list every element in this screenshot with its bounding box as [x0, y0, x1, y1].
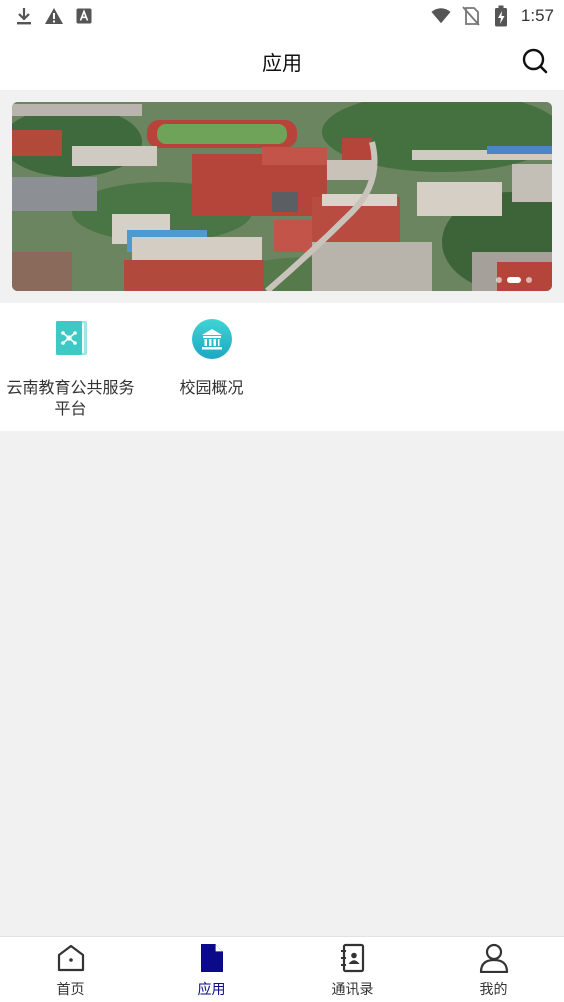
contacts-book-icon [337, 943, 369, 973]
carousel-dot[interactable] [496, 277, 502, 283]
search-button[interactable] [520, 46, 550, 76]
carousel-dot-active[interactable] [507, 277, 521, 283]
nav-item-profile[interactable]: 我的 [423, 937, 564, 1002]
page-title: 应用 [262, 50, 302, 75]
bottom-nav: 首页 应用 通讯录 我的 [0, 936, 564, 1002]
status-time: 1:57 [520, 6, 554, 25]
campus-building-icon [190, 317, 234, 361]
user-icon [478, 943, 510, 973]
app-label: 云南教育公共服务平台 [6, 378, 135, 418]
apps-grid: 云南教育公共服务平台 校园概况 [0, 303, 564, 431]
warning-icon [44, 6, 64, 26]
education-platform-icon [49, 317, 93, 361]
aerial-campus-photo [12, 102, 552, 291]
nav-label: 应用 [197, 982, 226, 998]
status-left-icons [14, 6, 94, 26]
app-label: 校园概况 [179, 378, 244, 397]
nav-item-apps[interactable]: 应用 [141, 937, 282, 1002]
nav-item-home[interactable]: 首页 [0, 937, 141, 1002]
app-item-education-platform[interactable]: 云南教育公共服务平台 [0, 317, 141, 419]
status-right-icons: 1:57 [431, 5, 554, 27]
carousel-indicator [496, 277, 532, 283]
home-icon [55, 943, 87, 973]
app-header: 应用 [0, 32, 564, 90]
no-sim-icon [461, 6, 481, 26]
wifi-icon [431, 6, 451, 26]
nav-label: 通讯录 [331, 982, 374, 998]
nav-item-contacts[interactable]: 通讯录 [282, 937, 423, 1002]
banner-section [0, 90, 564, 303]
document-icon [196, 943, 228, 973]
banner-carousel[interactable] [12, 102, 552, 291]
search-icon [522, 48, 548, 74]
battery-charging-icon [491, 5, 511, 27]
app-item-campus-overview[interactable]: 校园概况 [141, 317, 282, 398]
nav-label: 首页 [56, 982, 85, 998]
carousel-dot[interactable] [526, 277, 532, 283]
nav-label: 我的 [479, 982, 508, 998]
font-icon [74, 6, 94, 26]
download-icon [14, 6, 34, 26]
status-bar: 1:57 [0, 0, 564, 32]
